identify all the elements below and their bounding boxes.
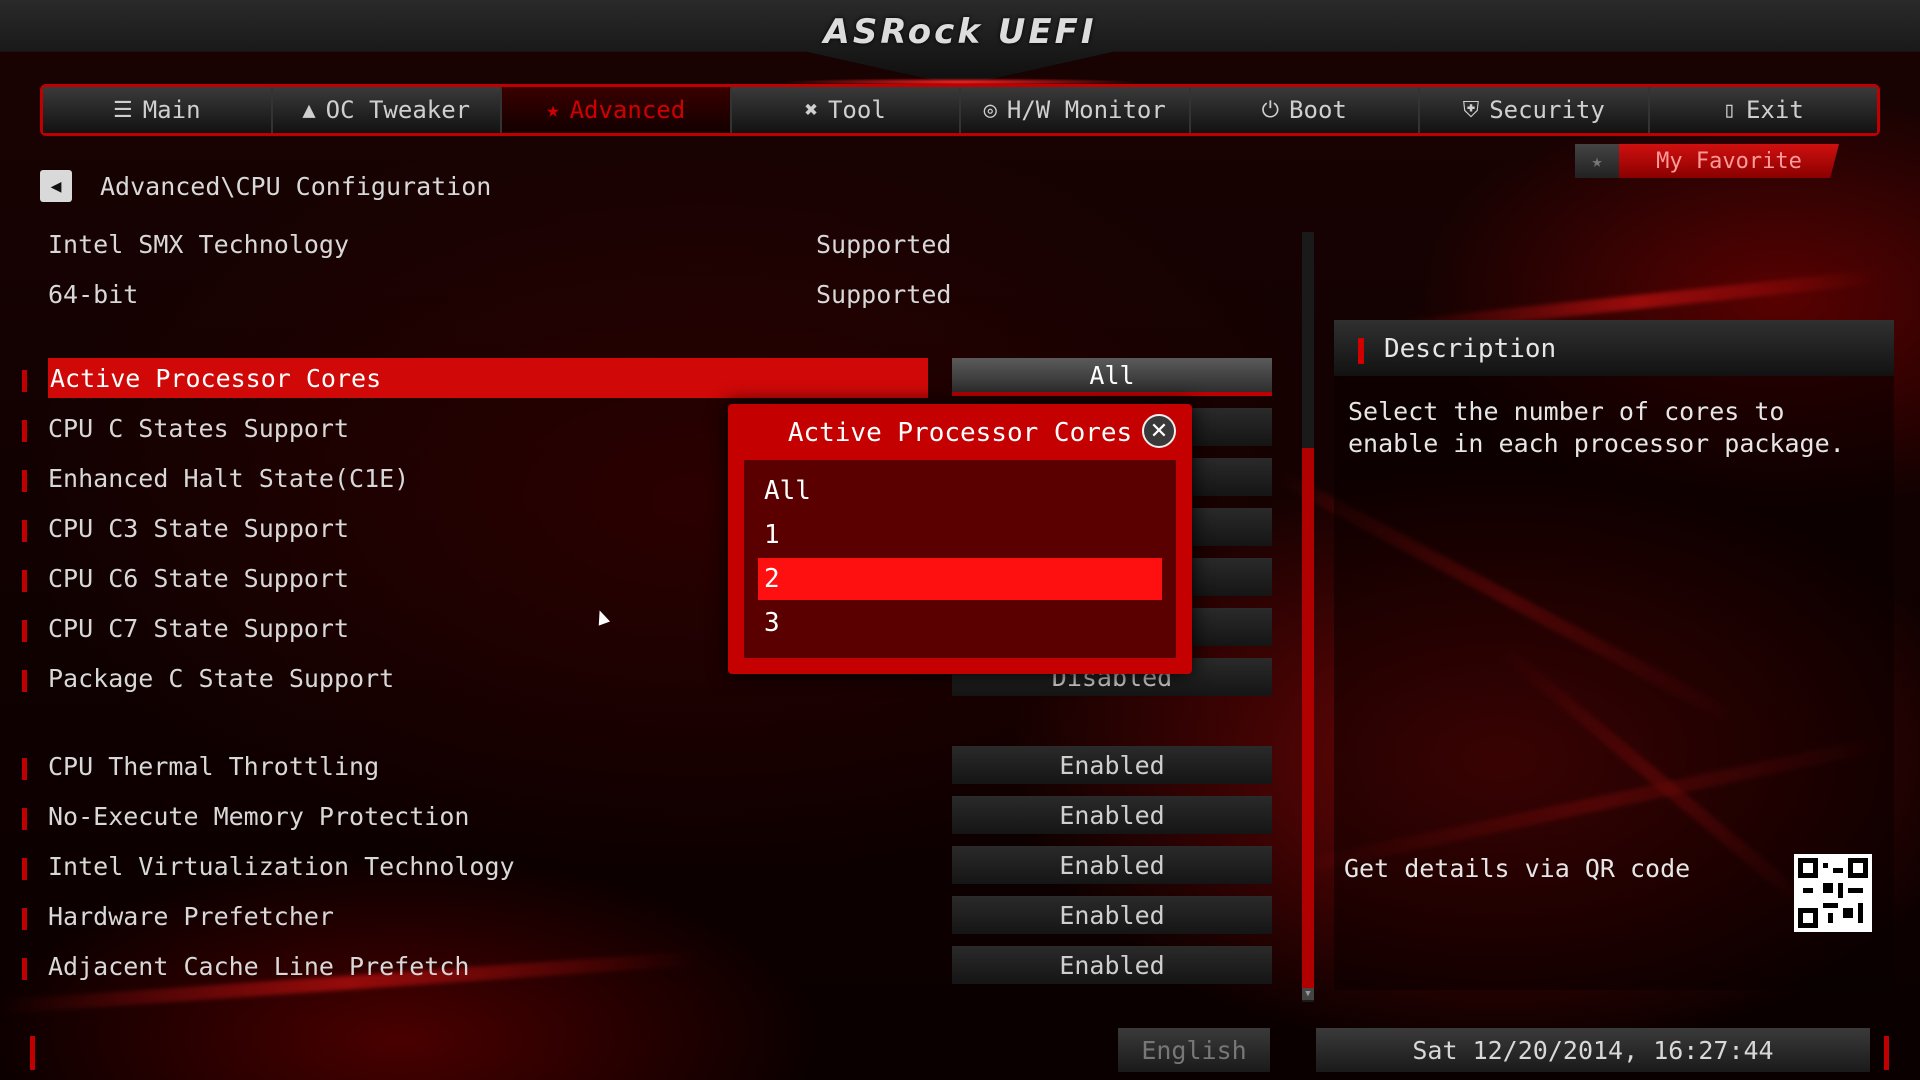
back-arrow-icon: ◀ (50, 175, 62, 197)
tab-label: Tool (827, 96, 886, 124)
row-marker (22, 670, 27, 692)
option-item[interactable]: 1 (758, 514, 1162, 556)
setting-label: No-Execute Memory Protection (48, 802, 470, 831)
description-title: Description (1384, 334, 1557, 364)
language-button[interactable]: English (1118, 1028, 1270, 1072)
setting-value-button[interactable]: Enabled (952, 796, 1272, 834)
tab-label: Boot (1289, 96, 1347, 124)
setting-hardware-prefetcher[interactable]: Hardware Prefetcher Enabled (22, 896, 1292, 940)
row-marker (22, 420, 27, 442)
back-button[interactable]: ◀ (40, 170, 72, 202)
setting-no-execute-memory[interactable]: No-Execute Memory Protection Enabled (22, 796, 1292, 840)
rocket-icon: ▲ (302, 97, 316, 123)
setting-cpu-thermal-throttling[interactable]: CPU Thermal Throttling Enabled (22, 746, 1292, 790)
setting-active-processor-cores[interactable]: Active Processor Cores All (22, 358, 1292, 402)
power-icon: ⏻ (1261, 97, 1280, 123)
setting-intel-virtualization[interactable]: Intel Virtualization Technology Enabled (22, 846, 1292, 890)
setting-label: CPU C7 State Support (48, 614, 350, 643)
setting-label: Intel Virtualization Technology (48, 852, 515, 881)
setting-value-button[interactable]: All (952, 358, 1272, 396)
favorite-bar: ★ My Favorite (1575, 144, 1839, 180)
setting-label: Enhanced Halt State(C1E) (48, 464, 410, 493)
tab-security[interactable]: ⛨ Security (1420, 87, 1650, 133)
description-text: Select the number of cores to enable in … (1348, 397, 1845, 458)
info-label: 64-bit (48, 280, 139, 309)
scroll-down-arrow-icon[interactable]: ▼ (1302, 988, 1314, 1000)
setting-label: CPU C3 State Support (48, 514, 350, 543)
row-marker (22, 470, 27, 492)
info-value: Supported (816, 230, 952, 259)
description-marker (1358, 338, 1364, 364)
close-icon[interactable]: ✕ (1142, 414, 1176, 448)
row-marker (22, 758, 27, 780)
breadcrumb: Advanced\CPU Configuration (100, 172, 492, 201)
setting-label: CPU C6 State Support (48, 564, 350, 593)
footer-edge-marker (1884, 1036, 1889, 1070)
info-value: Supported (816, 280, 952, 309)
dialog-title: Active Processor Cores (787, 418, 1133, 448)
row-marker (22, 370, 27, 392)
setting-label: Package C State Support (48, 664, 395, 693)
qr-label: Get details via QR code (1344, 854, 1691, 883)
row-marker (22, 908, 27, 930)
tab-boot[interactable]: ⏻ Boot (1190, 87, 1420, 133)
qr-code-icon (1794, 854, 1872, 932)
tab-label: Security (1489, 96, 1605, 124)
setting-value-button[interactable]: Enabled (952, 846, 1272, 884)
options-list: All 1 2 3 (744, 460, 1176, 658)
tab-oc-tweaker[interactable]: ▲ OC Tweaker (272, 87, 502, 133)
my-favorite-button[interactable]: My Favorite (1619, 144, 1839, 178)
scrollbar-thumb[interactable] (1302, 448, 1314, 988)
star-icon: ★ (546, 97, 560, 123)
row-marker (22, 570, 27, 592)
tab-label: OC Tweaker (325, 96, 471, 124)
tab-label: Main (142, 96, 201, 124)
setting-label: Active Processor Cores (50, 364, 382, 393)
header: ASRock UEFI ☰ Main ▲ OC Tweaker ★ Advanced … (0, 0, 1920, 140)
row-marker (22, 858, 27, 880)
monitor-gauge-icon: ◎ (983, 97, 997, 123)
info-label: Intel SMX Technology (48, 230, 350, 259)
tab-label: Advanced (569, 96, 686, 124)
option-item-selected[interactable]: 2 (758, 558, 1162, 600)
tab-bar: ☰ Main ▲ OC Tweaker ★ Advanced ✖ Tool ◎ H/W M… (40, 84, 1880, 136)
list-icon: ☰ (112, 97, 133, 123)
tab-hw-monitor[interactable]: ◎ H/W Monitor (961, 87, 1191, 133)
footer-edge-marker (30, 1036, 35, 1070)
setting-label: CPU C States Support (48, 414, 350, 443)
option-item[interactable]: All (758, 470, 1162, 512)
setting-label: Hardware Prefetcher (48, 902, 334, 931)
tools-icon: ✖ (804, 97, 818, 123)
asrock-logo: ASRock UEFI (823, 12, 1097, 52)
description-panel: Description Select the number of cores t… (1334, 320, 1894, 990)
setting-label: Adjacent Cache Line Prefetch (48, 952, 470, 981)
setting-value-button[interactable]: Enabled (952, 946, 1272, 984)
tab-advanced[interactable]: ★ Advanced (502, 87, 732, 133)
row-marker (22, 620, 27, 642)
row-marker (22, 958, 27, 980)
tab-label: H/W Monitor (1006, 96, 1166, 124)
favorite-star-icon[interactable]: ★ (1575, 144, 1619, 178)
setting-value-button[interactable]: Enabled (952, 896, 1272, 934)
scrollbar[interactable] (1302, 232, 1314, 1002)
option-item[interactable]: 3 (758, 602, 1162, 644)
row-marker (22, 808, 27, 830)
setting-label: CPU Thermal Throttling (48, 752, 380, 781)
row-marker (22, 520, 27, 542)
setting-value-button[interactable]: Enabled (952, 746, 1272, 784)
active-processor-cores-dialog: Active Processor Cores ✕ All 1 2 3 (728, 404, 1192, 674)
setting-adjacent-cache-line[interactable]: Adjacent Cache Line Prefetch Enabled (22, 946, 1292, 990)
tab-exit[interactable]: ▯ Exit (1649, 87, 1877, 133)
datetime-display: Sat 12/20/2014, 16:27:44 (1316, 1028, 1870, 1072)
exit-door-icon: ▯ (1722, 97, 1736, 123)
tab-label: Exit (1745, 96, 1804, 124)
shield-icon: ⛨ (1462, 97, 1480, 123)
tab-tool[interactable]: ✖ Tool (731, 87, 961, 133)
tab-main[interactable]: ☰ Main (43, 87, 273, 133)
